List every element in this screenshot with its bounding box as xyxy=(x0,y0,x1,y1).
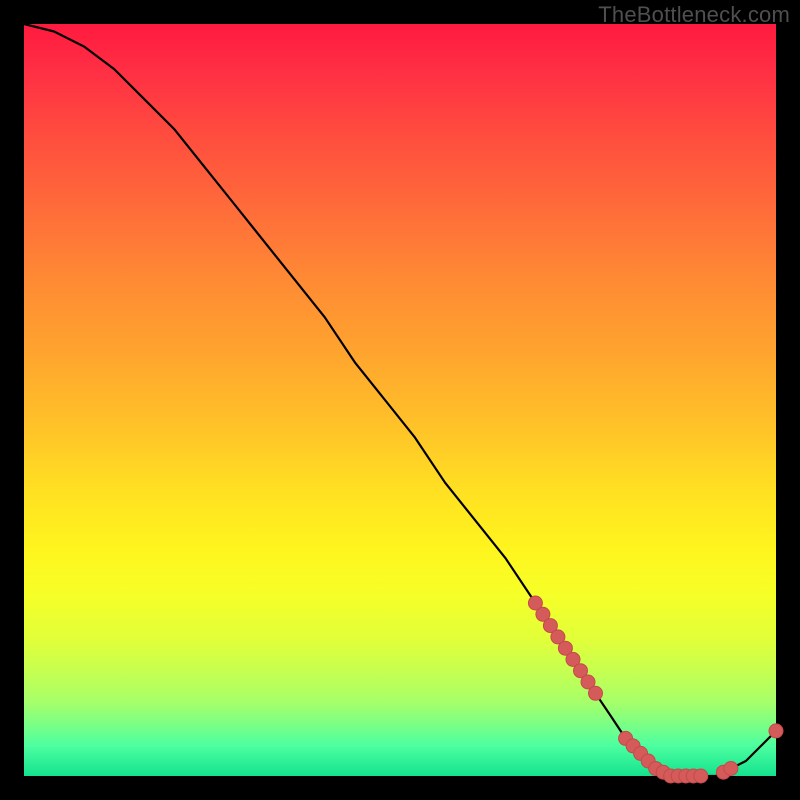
chart-stage: TheBottleneck.com xyxy=(0,0,800,800)
bottleneck-curve xyxy=(24,24,776,776)
marker-dot xyxy=(724,762,738,776)
curve-layer xyxy=(24,24,776,776)
marker-dot xyxy=(589,686,603,700)
marker-dot xyxy=(694,769,708,783)
plot-area xyxy=(24,24,776,776)
marker-dot xyxy=(769,724,783,738)
curve-markers xyxy=(528,596,783,783)
